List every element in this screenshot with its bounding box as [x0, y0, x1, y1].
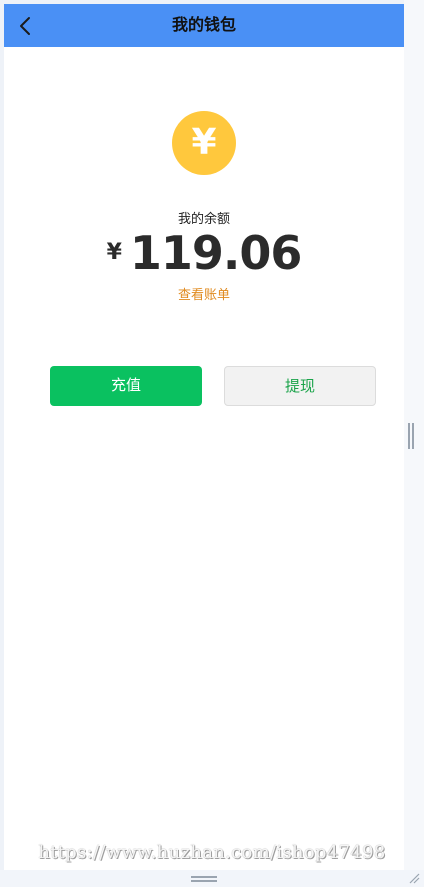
right-gutter [404, 0, 424, 887]
withdraw-button[interactable]: 提现 [224, 366, 376, 406]
nav-bar: 我的钱包 [4, 4, 404, 47]
vertical-resize-handle[interactable] [408, 423, 414, 449]
currency-symbol: ¥ [106, 240, 122, 265]
balance-amount: 119.06 [129, 226, 303, 280]
back-button[interactable] [12, 12, 40, 40]
wallet-page: 我的钱包 ¥ 我的余额 ¥119.06 查看账单 充值 提现 [4, 4, 404, 870]
view-bill-link[interactable]: 查看账单 [4, 284, 404, 303]
horizontal-resize-handle[interactable] [191, 876, 217, 882]
page-title: 我的钱包 [171, 17, 236, 34]
coin-symbol: ¥ [191, 122, 217, 163]
resize-grip-icon[interactable] [408, 872, 420, 884]
watermark: https://www.huzhan.com/ishop47498 [38, 842, 386, 863]
balance-display: ¥119.06 [4, 226, 404, 280]
balance-label: 我的余额 [177, 211, 230, 226]
recharge-button[interactable]: 充值 [50, 366, 202, 406]
chevron-left-icon [20, 17, 30, 35]
yen-coin-icon: ¥ [172, 111, 236, 175]
